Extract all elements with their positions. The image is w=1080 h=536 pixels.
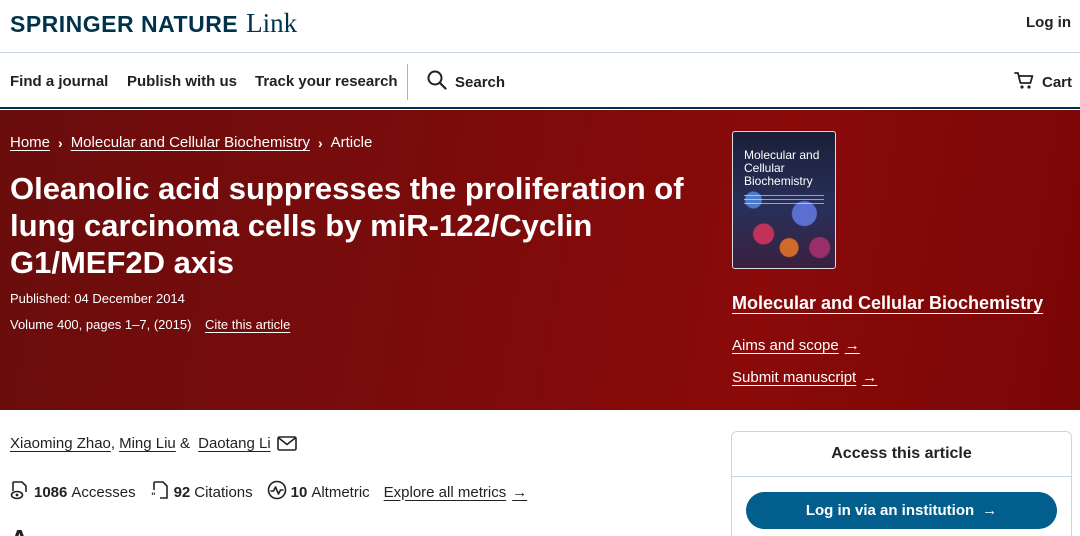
cite-article-link[interactable]: Cite this article bbox=[205, 317, 290, 332]
email-icon[interactable] bbox=[276, 436, 297, 451]
top-bar: SPRINGER NATURE Link Log in bbox=[0, 0, 1080, 53]
arrow-right-icon: → bbox=[844, 337, 860, 354]
article-metrics: 1086 Accesses " 92 Citations 10 Altmetri… bbox=[10, 480, 527, 504]
brand-link: Link bbox=[246, 8, 298, 38]
author-separator: , bbox=[110, 435, 116, 452]
volume-text: Volume 400, pages 1–7, (2015) bbox=[10, 317, 192, 332]
accesses-value: 1086 bbox=[34, 483, 68, 501]
accesses-icon bbox=[10, 480, 30, 504]
submit-manuscript-link[interactable]: Submit manuscript → bbox=[732, 369, 877, 386]
cart-button[interactable]: Cart bbox=[1014, 71, 1072, 94]
aims-scope-link[interactable]: Aims and scope → bbox=[732, 337, 860, 354]
cover-title: Molecular and Cellular Biochemistry bbox=[744, 148, 820, 188]
arrow-right-icon: → bbox=[982, 502, 998, 519]
explore-metrics-link[interactable]: Explore all metrics → bbox=[384, 484, 528, 501]
main-nav: Find a journal Publish with us Track you… bbox=[0, 54, 1080, 109]
citations-metric: " 92 Citations bbox=[150, 480, 253, 504]
springer-nature-link-logo[interactable]: SPRINGER NATURE Link bbox=[10, 8, 297, 39]
nav-find-journal[interactable]: Find a journal bbox=[10, 73, 108, 90]
arrow-right-icon: → bbox=[512, 483, 528, 501]
article-title: Oleanolic acid suppresses the proliferat… bbox=[10, 171, 684, 280]
search-button[interactable]: Search bbox=[427, 70, 505, 94]
author-link[interactable]: Xiaoming Zhao bbox=[10, 435, 111, 452]
search-icon bbox=[427, 70, 447, 94]
explore-metrics-label: Explore all metrics bbox=[383, 483, 507, 501]
svg-text:": " bbox=[151, 492, 156, 500]
cover-subtitle-lines bbox=[744, 195, 824, 207]
brand-main: SPRINGER NATURE bbox=[10, 11, 239, 37]
breadcrumb-journal[interactable]: Molecular and Cellular Biochemistry bbox=[71, 134, 310, 151]
author-link[interactable]: Daotang Li bbox=[198, 435, 271, 452]
citations-label: Citations bbox=[194, 483, 253, 501]
author-list: Xiaoming Zhao , Ming Liu & Daotang Li bbox=[10, 435, 297, 452]
author-separator: & bbox=[175, 435, 195, 452]
login-link[interactable]: Log in bbox=[1026, 14, 1071, 31]
institution-login-button[interactable]: Log in via an institution → bbox=[746, 492, 1057, 529]
breadcrumb-current: Article bbox=[330, 134, 373, 151]
nav-publish-with-us[interactable]: Publish with us bbox=[127, 73, 237, 90]
citations-icon: " bbox=[150, 480, 170, 504]
search-label: Search bbox=[455, 73, 506, 91]
altmetric-label: Altmetric bbox=[311, 483, 370, 501]
access-panel: Access this article Log in via an instit… bbox=[731, 431, 1072, 536]
submit-manuscript-label: Submit manuscript bbox=[732, 369, 857, 386]
chevron-right-icon: › bbox=[317, 134, 323, 151]
altmetric-icon bbox=[267, 480, 287, 504]
access-heading: Access this article bbox=[732, 432, 1071, 477]
article-hero: Home › Molecular and Cellular Biochemist… bbox=[0, 110, 1080, 410]
cart-label: Cart bbox=[1041, 74, 1072, 91]
chevron-right-icon: › bbox=[58, 134, 63, 151]
breadcrumb: Home › Molecular and Cellular Biochemist… bbox=[10, 134, 372, 151]
author-link[interactable]: Ming Liu bbox=[119, 435, 176, 452]
nav-track-research[interactable]: Track your research bbox=[255, 73, 398, 90]
altmetric-metric: 10 Altmetric bbox=[267, 480, 370, 504]
arrow-right-icon: → bbox=[862, 369, 878, 386]
volume-info: Volume 400, pages 1–7, (2015) Cite this … bbox=[10, 317, 290, 332]
published-date: Published: 04 December 2014 bbox=[10, 291, 185, 306]
journal-cover-image[interactable]: Molecular and Cellular Biochemistry bbox=[732, 131, 836, 269]
abstract-heading-partial: A bbox=[10, 524, 29, 536]
cart-icon bbox=[1014, 71, 1034, 94]
nav-divider bbox=[407, 64, 408, 100]
altmetric-value: 10 bbox=[290, 483, 308, 501]
journal-name-link[interactable]: Molecular and Cellular Biochemistry bbox=[732, 293, 1043, 314]
aims-scope-label: Aims and scope bbox=[732, 337, 839, 354]
institution-login-label: Log in via an institution bbox=[805, 502, 975, 519]
citations-value: 92 bbox=[173, 483, 191, 501]
accesses-label: Accesses bbox=[71, 483, 136, 501]
accesses-metric: 1086 Accesses bbox=[10, 480, 136, 504]
breadcrumb-home[interactable]: Home bbox=[10, 134, 50, 151]
